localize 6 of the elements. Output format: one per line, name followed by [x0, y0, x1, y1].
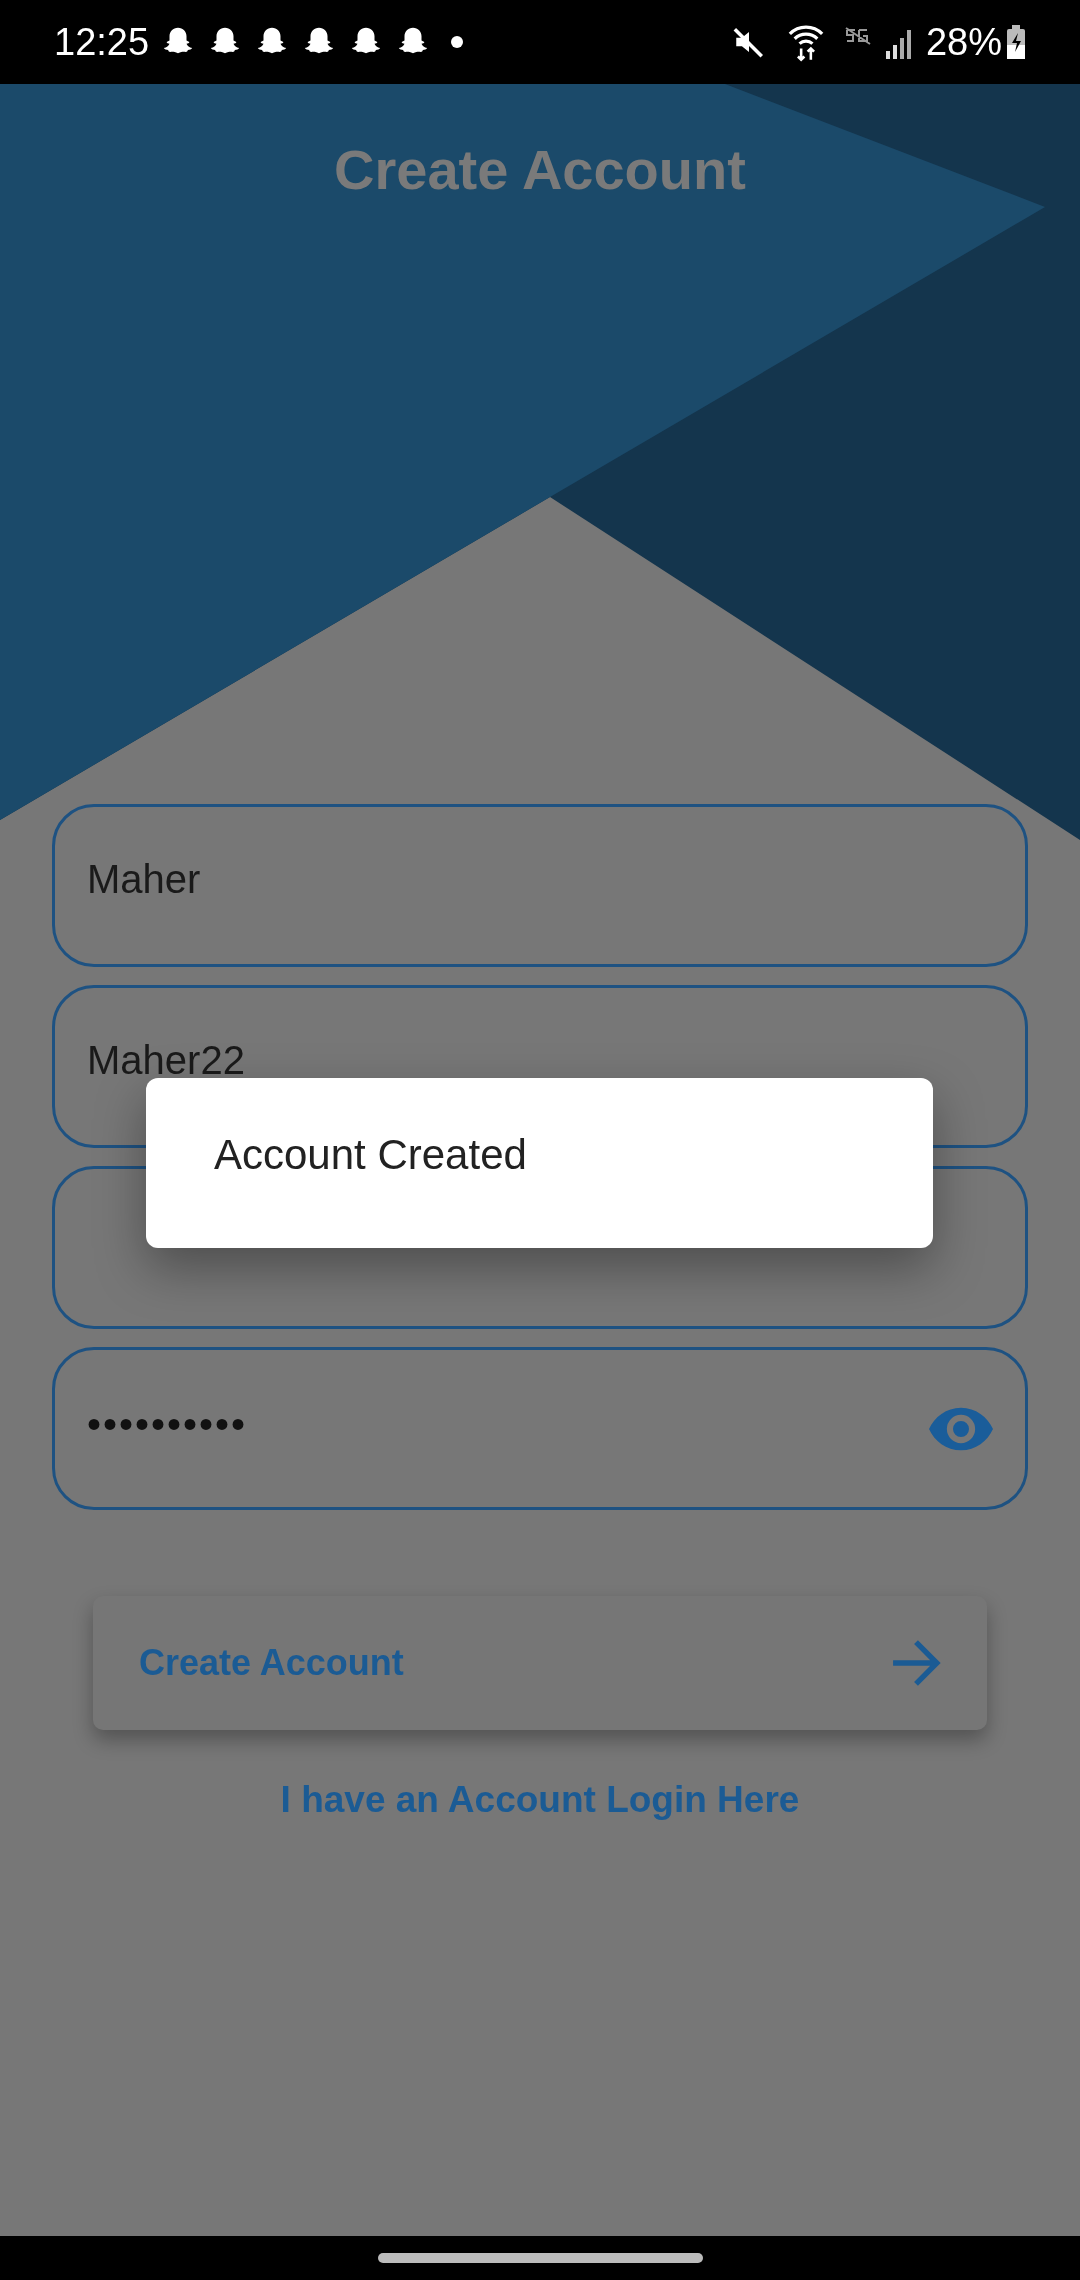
battery-percentage: 28% [925, 19, 1002, 65]
field-value: •••••••••• [87, 1400, 248, 1448]
clock: 12:25 [54, 19, 150, 65]
field-value: Maher22 [87, 1039, 245, 1080]
field-value: Maher [87, 858, 201, 899]
page-title: Create Account [334, 137, 746, 203]
